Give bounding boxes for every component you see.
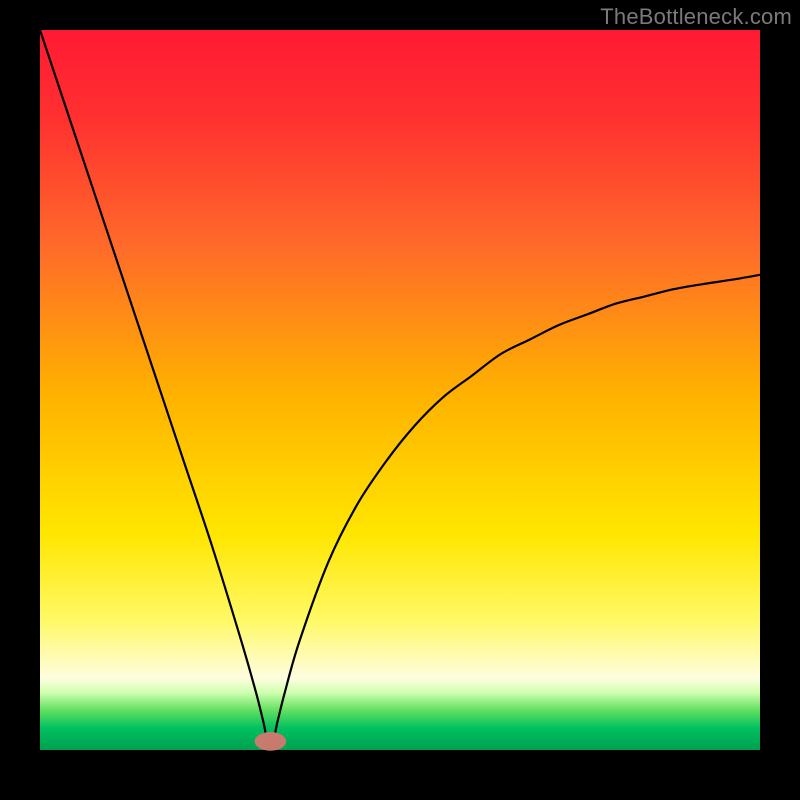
watermark-text: TheBottleneck.com [600, 4, 792, 30]
bottleneck-marker [255, 732, 287, 751]
plot-background [40, 30, 760, 750]
bottleneck-chart [0, 0, 800, 800]
chart-frame: TheBottleneck.com [0, 0, 800, 800]
